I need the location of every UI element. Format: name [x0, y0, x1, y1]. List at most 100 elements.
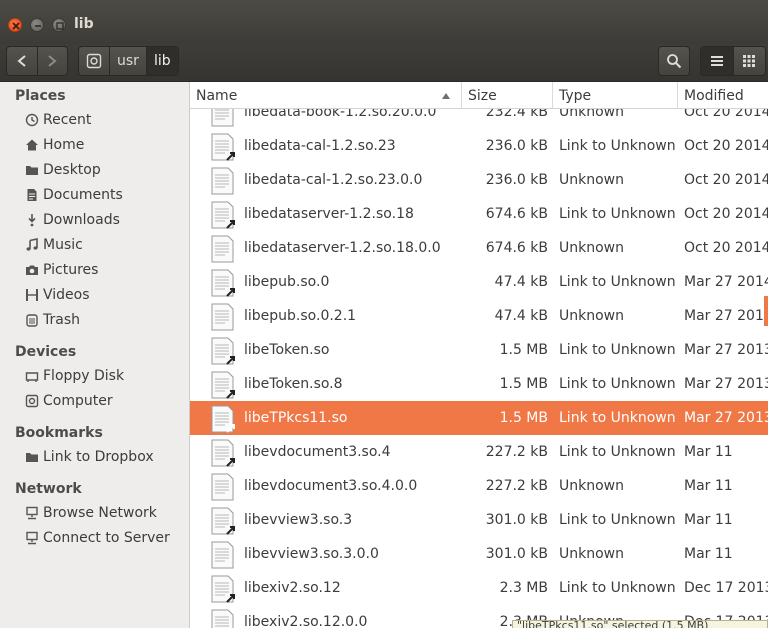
file-name: libedataserver-1.2.so.18.0.0	[244, 240, 441, 256]
table-row[interactable]: libedataserver-1.2.so.18.0.0 674.6 kB Unkn…	[190, 231, 768, 265]
file-size: 1.5 MB	[499, 342, 548, 358]
file-modified: Mar 27 2014	[684, 308, 768, 324]
search-icon	[667, 54, 682, 69]
column-modified[interactable]: Modified	[678, 82, 768, 109]
column-size[interactable]: Size	[462, 82, 553, 109]
file-modified: Mar 11	[684, 478, 733, 494]
maximize-icon	[56, 22, 64, 30]
sidebar-section-places: Places	[15, 88, 66, 104]
file-icon	[211, 109, 234, 127]
file-size: 47.4 kB	[494, 274, 548, 290]
sidebar-item-label: Computer	[43, 393, 113, 409]
sidebar-item-trash[interactable]: Trash	[24, 309, 80, 331]
file-icon	[211, 609, 234, 628]
file-size: 47.4 kB	[494, 308, 548, 324]
sidebar-item-pictures[interactable]: Pictures	[24, 259, 98, 281]
sidebar-item-label: Music	[43, 237, 83, 253]
scrollbar-indicator[interactable]	[764, 296, 768, 326]
chevron-left-icon	[17, 55, 26, 67]
path-segment-lib[interactable]: lib	[145, 47, 178, 75]
file-icon	[211, 541, 234, 569]
sidebar-item-label: Trash	[43, 312, 80, 328]
file-icon	[211, 337, 235, 365]
sidebar-item-recent[interactable]: Recent	[24, 109, 91, 131]
table-row[interactable]: libedata-cal-1.2.so.23.0.0 236.0 kB Unknow…	[190, 163, 768, 197]
path-root-button[interactable]	[79, 47, 109, 75]
sidebar-item-browse-network[interactable]: Browse Network	[24, 502, 157, 524]
table-row[interactable]: libeToken.so.8 1.5 MB Link to Unknown Mar 2…	[190, 367, 768, 401]
file-icon	[211, 473, 234, 501]
table-row[interactable]: libevdocument3.so.4 227.2 kB Link to Unkno…	[190, 435, 768, 469]
minimize-window-button[interactable]	[30, 18, 44, 32]
file-type: Link to Unknown	[559, 138, 676, 154]
clock-icon	[24, 112, 40, 128]
file-icon	[211, 235, 234, 263]
close-window-button[interactable]	[8, 18, 22, 32]
table-row[interactable]: libedataserver-1.2.so.18 674.6 kB Link to …	[190, 197, 768, 231]
file-name: libevview3.so.3.0.0	[244, 546, 379, 562]
table-row[interactable]: libeTPkcs11.so 1.5 MB Link to Unknown Mar 2…	[190, 401, 768, 435]
file-icon	[211, 507, 235, 535]
list-view-button[interactable]	[701, 47, 733, 75]
file-name: libedata-cal-1.2.so.23	[244, 138, 396, 154]
file-modified: Dec 17 2013	[684, 580, 768, 596]
column-type[interactable]: Type	[553, 82, 678, 109]
file-modified: Mar 27 2013	[684, 410, 768, 426]
sidebar-item-documents[interactable]: Documents	[24, 184, 123, 206]
sidebar-item-computer[interactable]: Computer	[24, 390, 113, 412]
file-modified: Oct 20 2014	[684, 172, 768, 188]
sidebar-item-connect-to-server[interactable]: Connect to Server	[24, 527, 170, 549]
sidebar-item-music[interactable]: Music	[24, 234, 83, 256]
column-name[interactable]: Name	[190, 82, 462, 109]
file-name: libevdocument3.so.4.0.0	[244, 478, 418, 494]
sidebar-item-label: Browse Network	[43, 505, 157, 521]
sidebar-item-link-to-dropbox[interactable]: Link to Dropbox	[24, 446, 154, 468]
table-row[interactable]: libevdocument3.so.4.0.0 227.2 kB Unknown Ma…	[190, 469, 768, 503]
path-bar: usr lib	[78, 46, 179, 76]
harddisk-icon	[24, 393, 40, 409]
grid-view-button[interactable]	[732, 47, 765, 75]
file-size: 227.2 kB	[485, 478, 548, 494]
file-type: Unknown	[559, 478, 624, 494]
table-row[interactable]: libeToken.so 1.5 MB Link to Unknown Mar 27 …	[190, 333, 768, 367]
table-row[interactable]: libevview3.so.3.0.0 301.0 kB Unknown Mar 11	[190, 537, 768, 571]
sidebar-item-home[interactable]: Home	[24, 134, 84, 156]
sidebar-item-videos[interactable]: Videos	[24, 284, 90, 306]
column-type-label: Type	[559, 87, 592, 104]
back-button[interactable]	[7, 47, 37, 75]
table-row[interactable]: libedata-cal-1.2.so.23 236.0 kB Link to Un…	[190, 129, 768, 163]
table-row[interactable]: libedata-book-1.2.so.20.0.0 232.4 kB Unkno…	[190, 109, 768, 129]
sidebar-item-downloads[interactable]: Downloads	[24, 209, 120, 231]
list-view-icon	[710, 56, 723, 66]
download-icon	[24, 212, 40, 228]
file-type: Link to Unknown	[559, 342, 676, 358]
file-modified: Oct 20 2014	[684, 240, 768, 256]
file-icon	[211, 405, 235, 433]
file-list: Name Size Type Modified libedata-book-1.…	[190, 82, 768, 628]
table-row[interactable]: libepub.so.0.2.1 47.4 kB Unknown Mar 27 201…	[190, 299, 768, 333]
file-modified: Mar 27 2013	[684, 376, 768, 392]
film-icon	[24, 287, 40, 303]
table-row[interactable]: libexiv2.so.12 2.3 MB Link to Unknown Dec 1…	[190, 571, 768, 605]
path-segment-usr[interactable]: usr	[109, 47, 146, 75]
file-type: Unknown	[559, 240, 624, 256]
sidebar-item-desktop[interactable]: Desktop	[24, 159, 101, 181]
harddisk-icon	[86, 53, 102, 69]
file-name: libedata-book-1.2.so.20.0.0	[244, 109, 437, 120]
maximize-window-button[interactable]	[52, 18, 66, 32]
table-row[interactable]: libepub.so.0 47.4 kB Link to Unknown Mar 27…	[190, 265, 768, 299]
column-size-label: Size	[468, 87, 497, 104]
sidebar-item-floppy-disk[interactable]: Floppy Disk	[24, 365, 124, 387]
document-icon	[24, 187, 40, 203]
file-icon	[211, 371, 235, 399]
music-icon	[24, 237, 40, 253]
file-size: 232.4 kB	[485, 109, 548, 120]
home-icon	[24, 137, 40, 153]
table-row[interactable]: libevview3.so.3 301.0 kB Link to Unknown Ma…	[190, 503, 768, 537]
file-type: Unknown	[559, 172, 624, 188]
search-button[interactable]	[658, 46, 690, 76]
view-mode-buttons	[700, 46, 766, 76]
forward-button[interactable]	[36, 47, 67, 75]
chevron-right-icon	[48, 55, 58, 67]
file-icon	[211, 575, 235, 603]
